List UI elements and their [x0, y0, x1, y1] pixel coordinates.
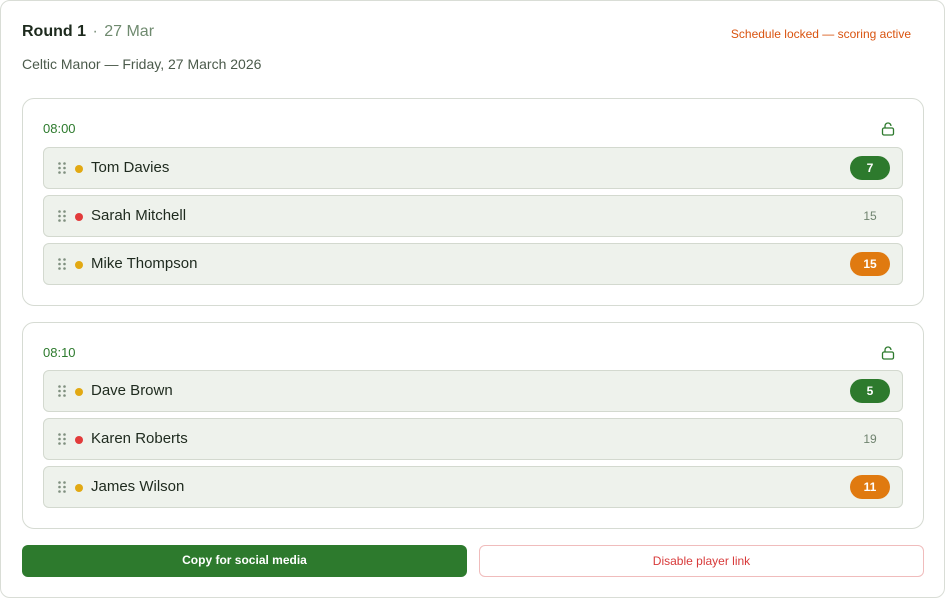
player-row[interactable]: Karen Roberts 19	[43, 418, 903, 460]
player-name: Tom Davies	[91, 159, 170, 176]
player-name: Sarah Mitchell	[91, 207, 187, 224]
status-dot	[75, 484, 83, 492]
status-dot	[75, 213, 83, 221]
title-separator: ·	[92, 23, 98, 40]
schedule-status: Schedule locked — scoring active	[730, 27, 911, 41]
player-name: Dave Brown	[91, 382, 173, 399]
tee-time: 08:00	[43, 121, 76, 136]
score-badge: 15	[850, 252, 890, 276]
score-badge: 7	[850, 156, 890, 180]
status-dot	[75, 261, 83, 269]
drag-handle-icon[interactable]	[57, 257, 67, 271]
player-name: Mike Thompson	[91, 255, 198, 272]
round-header: Round 1 · 27 Mar Schedule locked — scori…	[22, 23, 911, 45]
score-badge: 5	[850, 379, 890, 403]
drag-handle-icon[interactable]	[57, 480, 67, 494]
score-badge: 15	[863, 209, 877, 223]
drag-handle-icon[interactable]	[57, 209, 67, 223]
copy-social-button[interactable]: Copy for social media	[22, 545, 467, 577]
round-card: Round 1 · 27 Mar Schedule locked — scori…	[0, 0, 945, 598]
tee-group: 08:00 Tom Davies 7 Sarah Mitchell 15 Mik…	[22, 98, 924, 306]
tee-time: 08:10	[43, 345, 76, 360]
status-dot	[75, 165, 83, 173]
score-badge: 19	[863, 432, 877, 446]
drag-handle-icon[interactable]	[57, 384, 67, 398]
unlocked-padlock-icon[interactable]	[881, 122, 895, 136]
player-name: James Wilson	[91, 478, 185, 495]
tee-group: 08:10 Dave Brown 5 Karen Roberts 19 Jame…	[22, 322, 924, 529]
player-name: Karen Roberts	[91, 430, 188, 447]
score-badge: 11	[850, 475, 890, 499]
round-title: Round 1	[22, 23, 86, 40]
status-dot	[75, 436, 83, 444]
player-row[interactable]: Tom Davies 7	[43, 147, 903, 189]
unlocked-padlock-icon[interactable]	[881, 346, 895, 360]
player-row[interactable]: Sarah Mitchell 15	[43, 195, 903, 237]
round-date: 27 Mar	[104, 23, 155, 40]
drag-handle-icon[interactable]	[57, 432, 67, 446]
venue-subtitle: Celtic Manor — Friday, 27 March 2026	[22, 56, 262, 72]
status-dot	[75, 388, 83, 396]
drag-handle-icon[interactable]	[57, 161, 67, 175]
player-row[interactable]: Mike Thompson 15	[43, 243, 903, 285]
player-row[interactable]: James Wilson 11	[43, 466, 903, 508]
player-row[interactable]: Dave Brown 5	[43, 370, 903, 412]
disable-player-link-button[interactable]: Disable player link	[479, 545, 924, 577]
